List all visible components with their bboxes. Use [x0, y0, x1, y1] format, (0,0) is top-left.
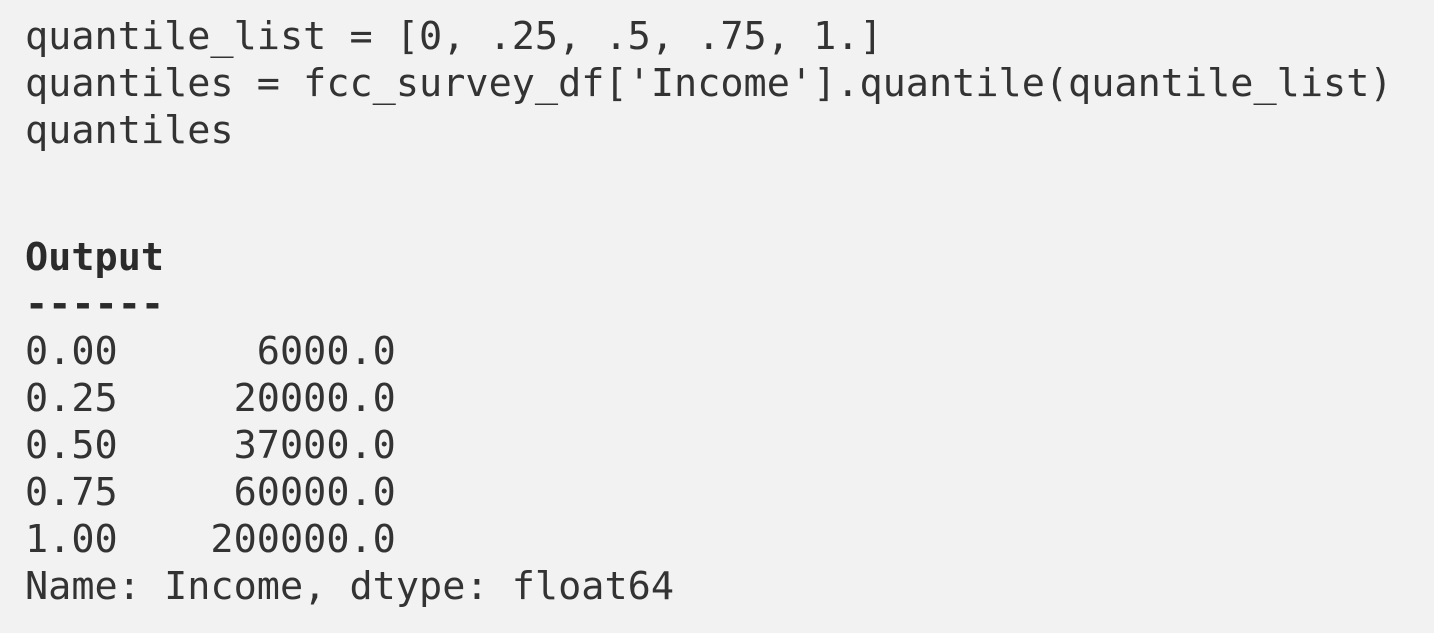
output-row: 1.00 200000.0 [25, 517, 396, 562]
code-block: quantile_list = [0, .25, .5, .75, 1.] qu… [0, 0, 1434, 633]
code-line: quantiles [25, 108, 234, 153]
output-label: Output [25, 235, 165, 280]
code-line: quantile_list = [0, .25, .5, .75, 1.] [25, 14, 883, 59]
code-line: quantiles = fcc_survey_df['Income'].quan… [25, 61, 1393, 106]
output-row: 0.25 20000.0 [25, 376, 396, 421]
output-row: 0.00 6000.0 [25, 329, 396, 374]
output-footer: Name: Income, dtype: float64 [25, 564, 675, 609]
output-rule: ------ [25, 282, 165, 327]
output-row: 0.75 60000.0 [25, 470, 396, 515]
output-row: 0.50 37000.0 [25, 423, 396, 468]
